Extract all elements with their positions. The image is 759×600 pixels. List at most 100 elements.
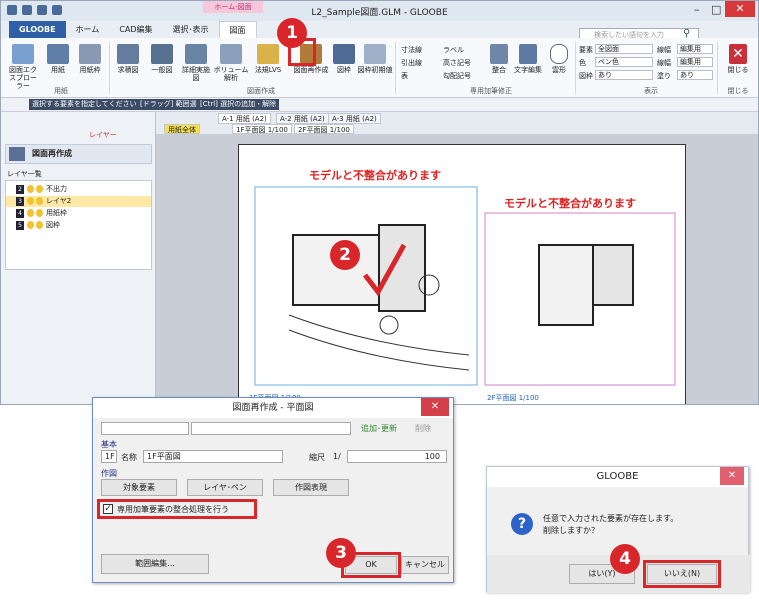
layer-number: 3 [16,197,24,206]
floor-plan-drawing [254,186,676,386]
close-window-button[interactable]: ✕ [725,1,755,17]
main-window: ホーム-図面 L2_Sample図面.GLM - GLOOBE – □ ✕ GL… [0,0,759,405]
delete-button[interactable]: 削除 [415,423,431,434]
ribbon: 図面エクスプローラー 用紙 用紙枠 用紙 求積図 一般図 詳細実施図 ボリューム… [1,38,758,98]
confirm-message-2: 削除しますか？ [543,526,599,535]
frame-button[interactable]: 図枠 [331,44,357,74]
left-pane: レイヤー 図面再作成 レイヤ一覧 2 不出力 3 レイヤ2 4 用紙枠 5 図枠 [1,112,156,404]
redraw-panel-icon [9,147,25,161]
tab-a3[interactable]: A-3 用紙 (A2) [328,113,381,124]
layer-row[interactable]: 5 図枠 [6,220,151,231]
dimension-tool[interactable]: 寸法線 [401,45,422,55]
maximize-icon[interactable]: □ [711,3,721,16]
group-label-display: 表示 [644,87,658,95]
layer-row[interactable]: 3 レイヤ2 [6,196,151,207]
detail-drawing-icon [185,44,207,64]
bulb-icon[interactable] [27,209,34,217]
step-marker-4: 4 [610,544,640,574]
consistency-button[interactable]: 整合 [487,44,511,74]
scale-prefix: 1/ [333,452,341,461]
paper-frame-button[interactable]: 用紙枠 [75,44,105,74]
line-width-select[interactable]: 編集用 [677,44,713,54]
cloud-button[interactable]: 雲形 [547,44,571,74]
close-drawing-label: 閉じる [727,66,749,74]
bulb-icon[interactable] [36,221,43,229]
paper-frame-label: 用紙枠 [79,66,101,74]
bulb-icon[interactable] [27,197,34,205]
divider [575,42,576,94]
lvs-button[interactable]: 法規LVS [251,44,285,74]
name-label: 名称 [121,453,137,462]
frame-display-select[interactable]: あり [595,70,653,80]
frame-default-icon [364,44,386,64]
paper-frame-icon [79,44,101,64]
confirm-message-1: 任意で入力された要素が存在します。 [543,514,679,523]
menu-home[interactable]: ホーム [66,21,110,38]
bulb-icon[interactable] [27,221,34,229]
frame-icon [333,44,355,64]
layer-row[interactable]: 2 不出力 [6,184,151,195]
layer-pen-button[interactable]: レイヤ･ペン [187,479,263,496]
menu-select-view[interactable]: 選択･表示 [163,21,219,38]
preset-name-select[interactable] [191,422,351,435]
paper-button[interactable]: 用紙 [43,44,73,74]
text-edit-button[interactable]: 文字編集 [511,44,545,74]
line-width-2-select[interactable]: 編集用 [677,57,713,67]
add-update-button[interactable]: 追加･更新 [361,423,397,434]
height-mark-tool[interactable]: 高さ記号 [443,58,471,68]
command-bar: 選択する要素を指定してください [ドラッグ] 範囲選択 [Ctrl] 選択の追加… [1,98,758,112]
cancel-button[interactable]: キャンセル [401,556,449,574]
subtab-1f[interactable]: 1F平面図 1/100 [232,124,292,134]
display-element-select[interactable]: 全図面 [595,44,653,54]
layer-button[interactable]: レイヤー [89,130,117,140]
divider [717,42,718,94]
close-drawing-button[interactable]: ✕ 閉じる [723,44,753,74]
frame-default-button[interactable]: 図枠初期値 [357,44,393,74]
divider [395,42,396,94]
area-drawing-button[interactable]: 求積図 [113,44,143,74]
table-tool[interactable]: 表 [401,71,408,81]
layer-row[interactable]: 4 用紙枠 [6,208,151,219]
fill-select[interactable]: あり [677,70,713,80]
subtab-whole[interactable]: 用紙全体 [164,124,200,134]
general-drawing-label: 一般図 [151,66,173,74]
area-drawing-icon [117,44,139,64]
target-elements-button[interactable]: 対象要素 [101,479,177,496]
area-drawing-label: 求積図 [117,66,139,74]
caption-2f: 2F平面図 1/100 [487,394,539,402]
leader-tool[interactable]: 引出線 [401,58,422,68]
menu-gloobe[interactable]: GLOOBE [9,21,66,38]
bulb-icon[interactable] [27,185,34,193]
expression-button[interactable]: 作図表現 [273,479,349,496]
tab-a2[interactable]: A-2 用紙 (A2) [276,113,329,124]
bulb-icon[interactable] [36,185,43,193]
minimize-icon[interactable]: – [694,3,700,16]
volume-analysis-icon [220,44,242,64]
drawing-sheet[interactable]: モデルと不整合があります モデルと不整合があります 1F平面図 1/100 2F… [238,144,686,404]
confirm-close-button[interactable]: ✕ [720,467,744,485]
bulb-icon[interactable] [36,209,43,217]
detail-drawing-button[interactable]: 詳細実施図 [181,44,211,82]
slope-mark-tool[interactable]: 勾配記号 [443,71,471,81]
menu-drawing[interactable]: 図面 [218,21,257,38]
subtab-2f[interactable]: 2F平面図 1/100 [294,124,354,134]
label-tool[interactable]: ラベル [443,45,464,55]
name-input[interactable]: 1F平面図 [143,450,283,463]
layer-number: 2 [16,185,24,194]
menu-cad-edit[interactable]: CAD編集 [109,21,162,38]
scale-select[interactable]: 100 [347,450,447,463]
bulb-icon[interactable] [36,197,43,205]
highlight-no [643,560,721,588]
frame-display-label: 図枠 [579,72,593,80]
dialog-close-button[interactable]: ✕ [421,398,449,416]
volume-analysis-button[interactable]: ボリューム解析 [213,44,249,82]
color-select[interactable]: ペン色 [595,57,653,67]
general-drawing-button[interactable]: 一般図 [147,44,177,74]
explorer-icon [12,44,34,64]
section-draw: 作図 [101,469,117,478]
explorer-button[interactable]: 図面エクスプローラー [7,44,39,90]
range-edit-button[interactable]: 範囲編集... [101,554,209,574]
preset-select[interactable] [101,422,189,435]
layer-name: 不出力 [46,185,67,193]
tab-a1[interactable]: A-1 用紙 (A2) [218,113,271,124]
